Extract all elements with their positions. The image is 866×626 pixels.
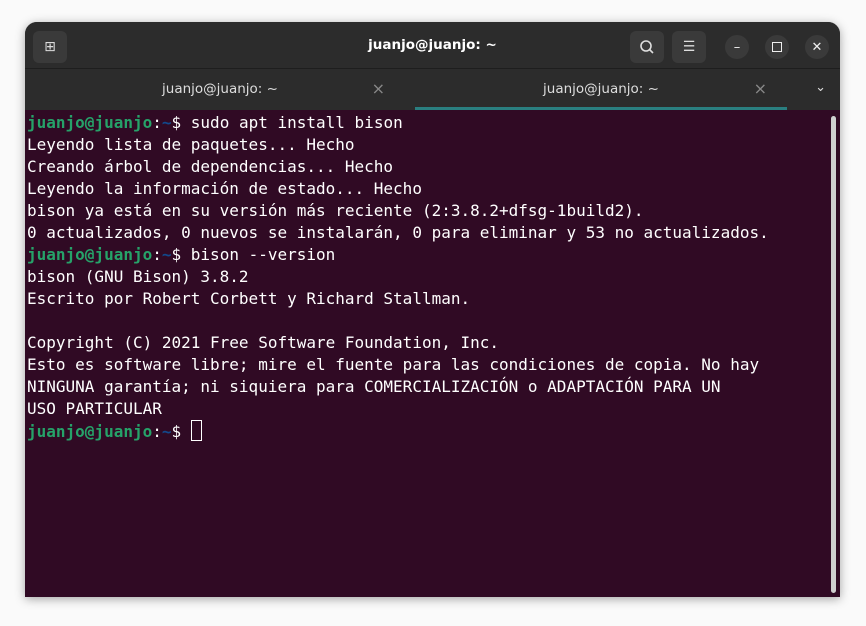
output-line: Copyright (C) 2021 Free Software Foundat… bbox=[27, 332, 840, 354]
cursor bbox=[190, 420, 202, 441]
terminal-output[interactable]: juanjo@juanjo:~$ sudo apt install bison L… bbox=[25, 110, 840, 597]
menu-button[interactable]: ☰ bbox=[672, 31, 706, 63]
prompt-path: ~ bbox=[161, 422, 172, 441]
line-text: Copyright (C) 2021 Free Software Foundat… bbox=[27, 333, 500, 352]
line-text: USO PARTICULAR bbox=[27, 399, 162, 418]
prompt-user: juanjo@juanjo bbox=[27, 245, 153, 264]
output-line: Creando árbol de dependencias... Hecho bbox=[27, 156, 840, 178]
output-line: Esto es software libre; mire el fuente p… bbox=[27, 354, 840, 376]
scrollbar[interactable] bbox=[831, 116, 836, 593]
tab-1[interactable]: juanjo@juanjo: ~ × bbox=[35, 69, 405, 110]
maximize-icon bbox=[772, 42, 782, 52]
prompt-sep: : bbox=[152, 245, 162, 264]
output-line: Leyendo lista de paquetes... Hecho bbox=[27, 134, 840, 156]
minimize-icon: – bbox=[733, 39, 741, 55]
line-text: bison ya está en su versión más reciente… bbox=[27, 201, 644, 220]
prompt-sym: $ bbox=[171, 113, 182, 132]
output-line: Leyendo la información de estado... Hech… bbox=[27, 178, 840, 200]
line-text: 0 actualizados, 0 nuevos se instalarán, … bbox=[27, 223, 769, 242]
line-text: Leyendo lista de paquetes... Hecho bbox=[27, 135, 355, 154]
prompt-user: juanjo@juanjo bbox=[27, 113, 153, 132]
output-line: 0 actualizados, 0 nuevos se instalarán, … bbox=[27, 222, 840, 244]
close-button[interactable]: ✕ bbox=[805, 35, 829, 59]
command-line: juanjo@juanjo:~$ bison --version bbox=[27, 244, 840, 266]
output-line: NINGUNA garantía; ni siquiera para COMER… bbox=[27, 376, 840, 398]
header-bar: ⊞ juanjo@juanjo: ~ ☰ – ✕ bbox=[25, 22, 840, 69]
output-line: Escrito por Robert Corbett y Richard Sta… bbox=[27, 288, 840, 310]
maximize-button[interactable] bbox=[765, 35, 789, 59]
tab-2[interactable]: juanjo@juanjo: ~ × bbox=[415, 69, 787, 110]
command-line: juanjo@juanjo:~$ bbox=[27, 420, 840, 443]
line-text bbox=[181, 422, 191, 441]
line-text: NINGUNA garantía; ni siquiera para COMER… bbox=[27, 377, 721, 396]
prompt-sep: : bbox=[152, 113, 162, 132]
close-tab-icon[interactable]: × bbox=[754, 79, 767, 98]
line-text: Esto es software libre; mire el fuente p… bbox=[27, 355, 760, 374]
command-line: juanjo@juanjo:~$ sudo apt install bison bbox=[27, 112, 840, 134]
output-line: bison (GNU Bison) 3.8.2 bbox=[27, 266, 840, 288]
line-text: sudo apt install bison bbox=[181, 113, 403, 132]
line-text: bison (GNU Bison) 3.8.2 bbox=[27, 267, 249, 286]
line-text: Escrito por Robert Corbett y Richard Sta… bbox=[27, 289, 471, 308]
hamburger-icon: ☰ bbox=[682, 39, 696, 55]
line-text: Creando árbol de dependencias... Hecho bbox=[27, 157, 394, 176]
tab-label: juanjo@juanjo: ~ bbox=[543, 81, 659, 97]
terminal-window: ⊞ juanjo@juanjo: ~ ☰ – ✕ juanjo@juanjo: … bbox=[25, 22, 840, 597]
search-button[interactable] bbox=[630, 31, 664, 63]
output-line: USO PARTICULAR bbox=[27, 398, 840, 420]
search-icon bbox=[640, 40, 654, 54]
line-text: bison --version bbox=[181, 245, 336, 264]
prompt-path: ~ bbox=[161, 245, 172, 264]
output-line: ​ bbox=[27, 310, 840, 332]
prompt-sym: $ bbox=[171, 422, 182, 441]
prompt-path: ~ bbox=[161, 113, 172, 132]
prompt-user: juanjo@juanjo bbox=[27, 422, 153, 441]
tabs-dropdown-icon[interactable]: ⌄ bbox=[815, 80, 826, 95]
tab-label: juanjo@juanjo: ~ bbox=[162, 81, 278, 97]
close-icon: ✕ bbox=[811, 39, 823, 55]
window-title: juanjo@juanjo: ~ bbox=[368, 37, 497, 53]
prompt-sym: $ bbox=[171, 245, 182, 264]
minimize-button[interactable]: – bbox=[725, 35, 749, 59]
close-tab-icon[interactable]: × bbox=[372, 79, 385, 98]
output-line: bison ya está en su versión más reciente… bbox=[27, 200, 840, 222]
tab-bar: juanjo@juanjo: ~ × juanjo@juanjo: ~ × ⌄ bbox=[25, 69, 840, 110]
line-text: Leyendo la información de estado... Hech… bbox=[27, 179, 422, 198]
prompt-sep: : bbox=[152, 422, 162, 441]
